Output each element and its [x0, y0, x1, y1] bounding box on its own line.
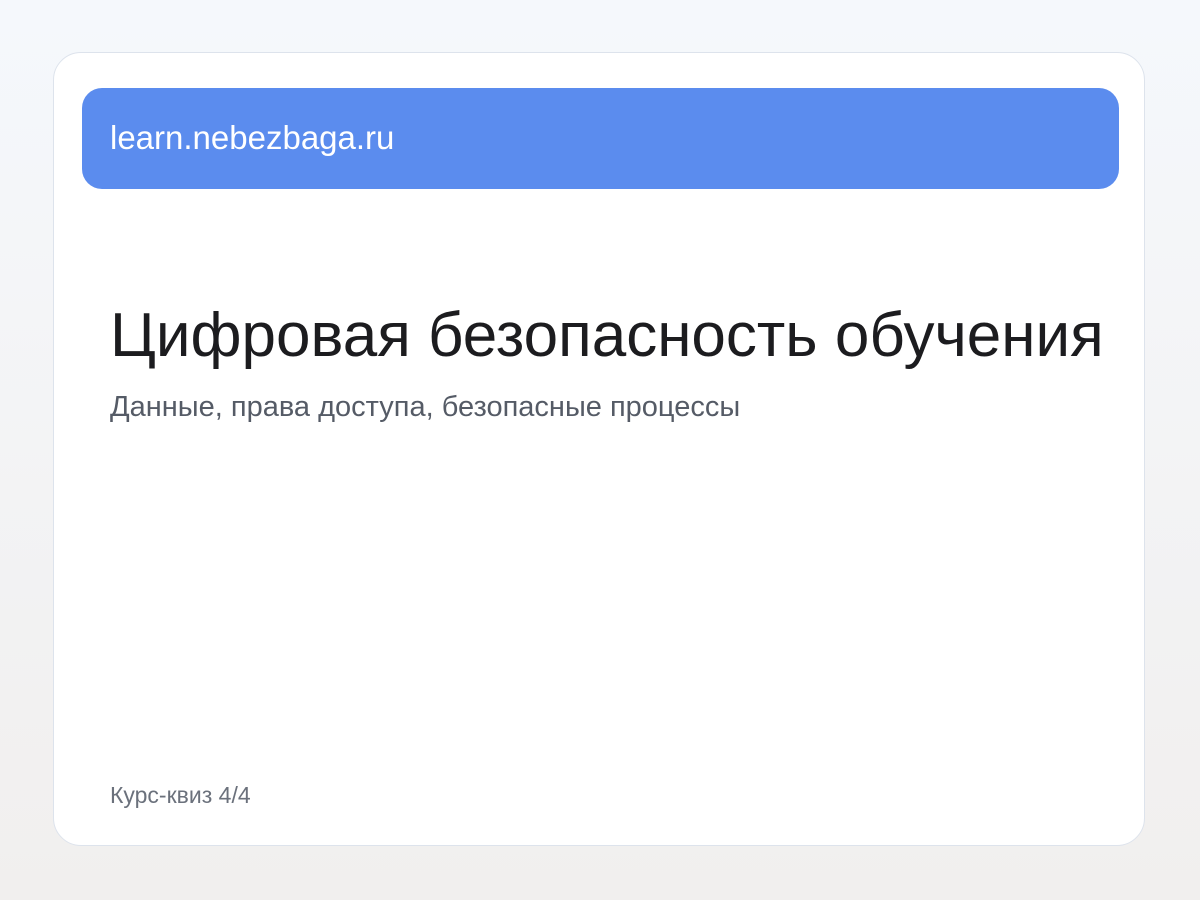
address-bar[interactable]: learn.nebezbaga.ru [82, 88, 1119, 189]
address-bar-url: learn.nebezbaga.ru [110, 119, 395, 156]
slide-subtitle: Данные, права доступа, безопасные процес… [110, 391, 741, 423]
slide-title: Цифровая безопасность обучения [110, 301, 1104, 370]
quiz-progress-label: Курс-квиз 4/4 [110, 782, 251, 808]
slide-card: learn.nebezbaga.ru Цифровая безопасность… [53, 52, 1145, 846]
